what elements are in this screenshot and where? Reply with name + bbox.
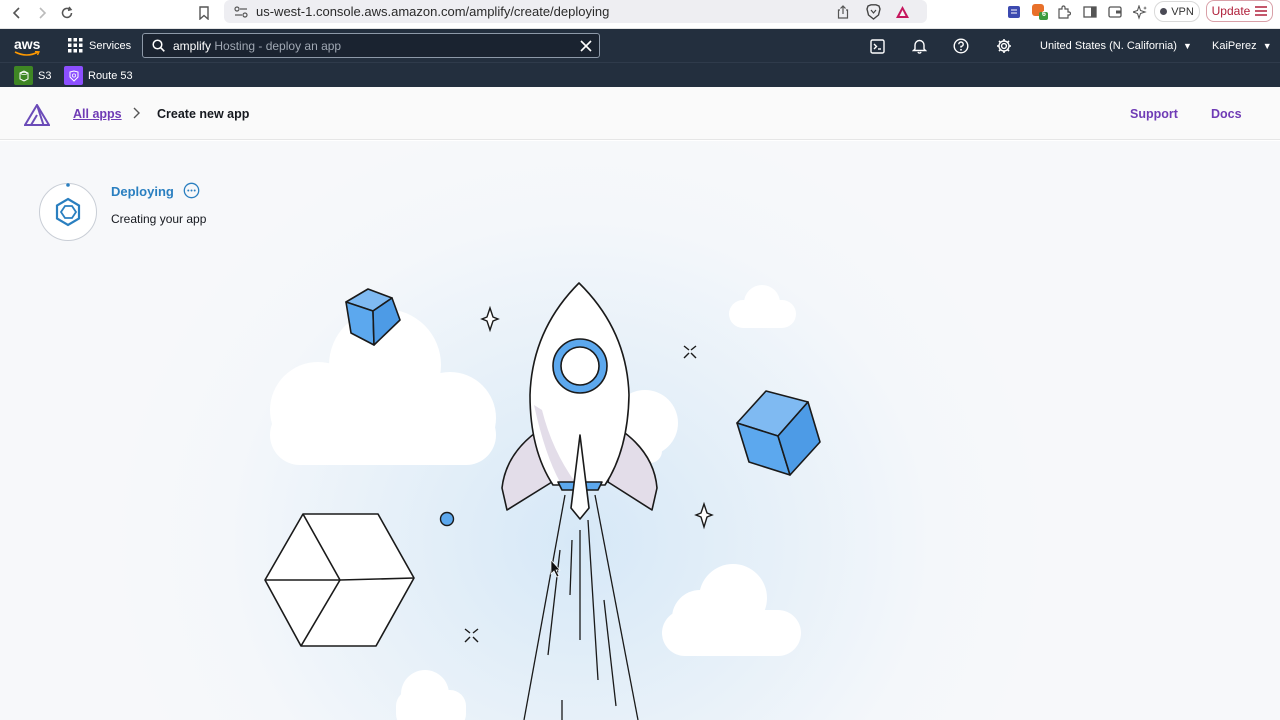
cube-outline-white	[264, 513, 415, 647]
sparkle-top	[480, 305, 500, 333]
cloud-bottom-right	[662, 564, 801, 656]
cross-sparkle-top-right	[683, 345, 697, 359]
dot-blue	[439, 511, 455, 527]
cube-blue-large	[736, 390, 821, 476]
cross-sparkle-bottom	[464, 628, 479, 643]
cloud-bottom-center	[396, 670, 466, 720]
cloud-small-top-right	[729, 285, 796, 328]
rocket-exhaust	[523, 494, 639, 720]
rocket-illustration	[264, 282, 821, 720]
sparkle-right	[694, 501, 714, 530]
